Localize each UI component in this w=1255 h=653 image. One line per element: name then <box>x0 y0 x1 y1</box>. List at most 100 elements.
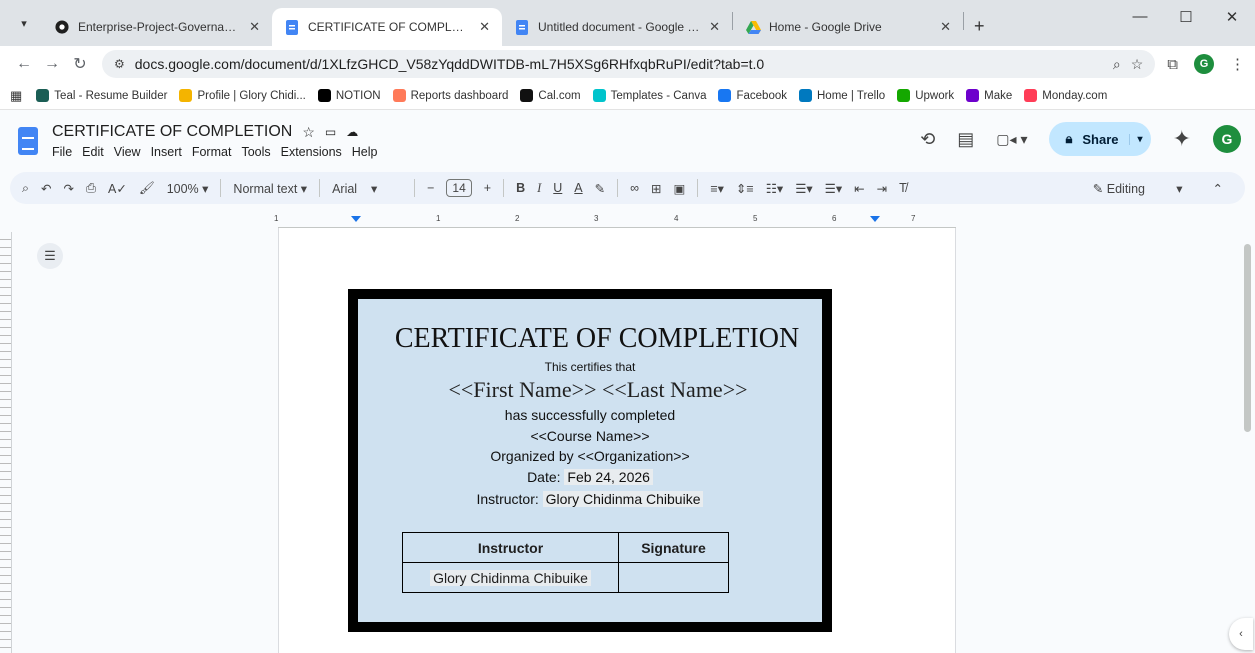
menu-item[interactable]: Insert <box>151 145 182 159</box>
bookmark-item[interactable]: Reports dashboard <box>392 89 508 102</box>
style-select[interactable]: Normal text ▾ <box>233 181 307 196</box>
search-menus-icon[interactable]: ⌕ <box>22 181 29 196</box>
menu-item[interactable]: File <box>52 145 72 159</box>
tab-search-chevron-icon[interactable]: ▾ <box>10 9 38 37</box>
left-indent-marker-icon[interactable] <box>351 216 361 222</box>
forward-arrow-icon[interactable]: → <box>38 55 66 73</box>
redo-icon[interactable]: ↷ <box>64 181 74 196</box>
bookmark-item[interactable]: NOTION <box>317 89 381 102</box>
editing-mode-select[interactable]: ✎ Editing ▾ <box>1093 181 1183 196</box>
share-dropdown-icon[interactable]: ▾ <box>1128 133 1143 145</box>
ruler-track[interactable]: 1 1 2 3 4 5 6 7 <box>274 214 956 228</box>
certificate-frame[interactable]: CERTIFICATE OF COMPLETION This certifies… <box>348 289 832 632</box>
back-arrow-icon[interactable]: ← <box>10 55 38 73</box>
bookmark-item[interactable]: Teal - Resume Builder <box>36 89 167 102</box>
new-tab-button[interactable]: + <box>974 16 985 37</box>
bulleted-list-icon[interactable]: ☰▾ <box>795 181 812 196</box>
bookmark-item[interactable]: Templates - Canva <box>592 89 706 102</box>
omnibox[interactable]: ⚙ docs.google.com/document/d/1XLfzGHCD_V… <box>102 50 1156 78</box>
increase-indent-icon[interactable]: ⇥ <box>877 181 887 196</box>
gemini-sparkle-icon[interactable]: ✦ <box>1173 126 1191 152</box>
close-tab-icon[interactable]: ✕ <box>940 19 951 35</box>
instructor-chip[interactable]: Glory Chidinma Chibuike <box>430 569 591 586</box>
bookmark-item[interactable]: Home | Trello <box>799 89 885 102</box>
numbered-list-icon[interactable]: ☰▾ <box>825 181 842 196</box>
paint-format-icon[interactable]: 🖌︎ <box>139 181 155 196</box>
underline-icon[interactable]: U <box>553 181 562 195</box>
tab-certificate[interactable]: CERTIFICATE OF COMPLETION ✕ <box>272 8 502 46</box>
apps-grid-icon[interactable]: ▦ <box>10 88 22 104</box>
maximize-icon[interactable]: ☐ <box>1163 8 1209 26</box>
comments-icon[interactable]: ▤ <box>957 129 974 150</box>
document-outline-icon[interactable]: ☰ <box>37 243 63 269</box>
decrease-font-size-icon[interactable]: − <box>427 181 434 195</box>
close-tab-icon[interactable]: ✕ <box>479 19 490 35</box>
meet-camera-icon[interactable]: ▢◂ ▾ <box>996 131 1027 148</box>
font-size-input[interactable]: 14 <box>446 179 472 197</box>
menu-item[interactable]: Tools <box>241 145 270 159</box>
bookmark-item[interactable]: Upwork <box>897 89 954 102</box>
bookmark-item[interactable]: Make <box>966 89 1012 102</box>
insert-image-icon[interactable]: ▣ <box>674 181 686 196</box>
add-comment-icon[interactable]: ⊞ <box>651 181 661 196</box>
close-tab-icon[interactable]: ✕ <box>709 19 720 35</box>
menu-item[interactable]: View <box>114 145 141 159</box>
close-tab-icon[interactable]: ✕ <box>249 19 260 35</box>
zoom-icon[interactable]: ⌕ <box>1113 56 1121 73</box>
instructor-chip[interactable]: Glory Chidinma Chibuike <box>542 491 704 507</box>
tab-google-drive[interactable]: Home - Google Drive ✕ <box>733 8 963 46</box>
menu-item[interactable]: Edit <box>82 145 104 159</box>
share-button[interactable]: 🔒︎ Share ▾ <box>1049 122 1151 156</box>
undo-icon[interactable]: ↶ <box>41 181 51 196</box>
clear-formatting-icon[interactable]: T̸ <box>899 181 907 195</box>
bookmark-item[interactable]: Facebook <box>718 89 787 102</box>
star-icon[interactable]: ☆ <box>302 124 315 141</box>
font-select[interactable]: Arial ▾ <box>332 181 402 196</box>
bookmark-item[interactable]: Profile | Glory Chidi... <box>179 89 306 102</box>
side-panel-toggle-icon[interactable]: ‹ <box>1229 618 1253 650</box>
align-center-icon[interactable]: ≡▾ <box>710 181 724 196</box>
highlight-color-icon[interactable]: ✎ <box>595 181 605 196</box>
decrease-indent-icon[interactable]: ⇤ <box>854 181 864 196</box>
table-header-signature[interactable]: Signature <box>618 532 729 563</box>
line-spacing-icon[interactable]: ⇕≡ <box>736 181 754 196</box>
table-cell-signature[interactable] <box>618 562 729 593</box>
minimize-icon[interactable]: — <box>1117 8 1163 26</box>
bookmark-star-icon[interactable]: ☆ <box>1131 56 1144 73</box>
text-color-icon[interactable]: A <box>574 181 582 195</box>
vertical-scrollbar[interactable] <box>1244 244 1251 432</box>
tab-github[interactable]: Enterprise-Project-Governance ✕ <box>42 8 272 46</box>
right-indent-marker-icon[interactable] <box>870 216 880 222</box>
date-chip[interactable]: Feb 24, 2026 <box>564 468 653 485</box>
spellcheck-icon[interactable]: A✓ <box>108 181 127 196</box>
google-docs-logo-icon[interactable] <box>18 127 38 155</box>
italic-icon[interactable]: I <box>537 181 541 196</box>
close-window-icon[interactable]: ✕ <box>1209 8 1255 26</box>
cloud-status-icon[interactable]: ☁ <box>346 125 358 139</box>
zoom-select[interactable]: 100% ▾ <box>167 181 209 196</box>
browser-profile-avatar[interactable]: G <box>1194 54 1214 74</box>
url-text[interactable]: docs.google.com/document/d/1XLfzGHCD_V58… <box>135 56 1103 72</box>
bold-icon[interactable]: B <box>516 181 525 195</box>
print-icon[interactable]: ⎙ <box>86 181 96 196</box>
increase-font-size-icon[interactable]: + <box>484 181 491 195</box>
document-title[interactable]: CERTIFICATE OF COMPLETION <box>52 123 292 141</box>
user-avatar[interactable]: G <box>1213 125 1241 153</box>
document-page[interactable]: CERTIFICATE OF COMPLETION This certifies… <box>278 228 956 653</box>
menu-item[interactable]: Help <box>352 145 378 159</box>
move-folder-icon[interactable]: ▭ <box>325 125 336 139</box>
hide-menus-chevron-icon[interactable]: ⌃ <box>1213 181 1223 196</box>
extensions-puzzle-icon[interactable]: ⧉ <box>1167 56 1178 73</box>
insert-link-icon[interactable]: ∞ <box>630 181 639 195</box>
reload-icon[interactable]: ↻ <box>66 54 94 74</box>
menu-item[interactable]: Extensions <box>281 145 342 159</box>
checklist-icon[interactable]: ☷▾ <box>766 181 783 196</box>
menu-item[interactable]: Format <box>192 145 232 159</box>
site-settings-icon[interactable]: ⚙ <box>114 57 125 71</box>
table-header-instructor[interactable]: Instructor <box>402 532 619 563</box>
browser-menu-icon[interactable]: ⋮ <box>1230 55 1245 73</box>
version-history-icon[interactable]: ⟲ <box>920 129 935 150</box>
bookmark-item[interactable]: Cal.com <box>520 89 581 102</box>
tab-untitled-document[interactable]: Untitled document - Google Do ✕ <box>502 8 732 46</box>
bookmark-item[interactable]: Monday.com <box>1024 89 1107 102</box>
